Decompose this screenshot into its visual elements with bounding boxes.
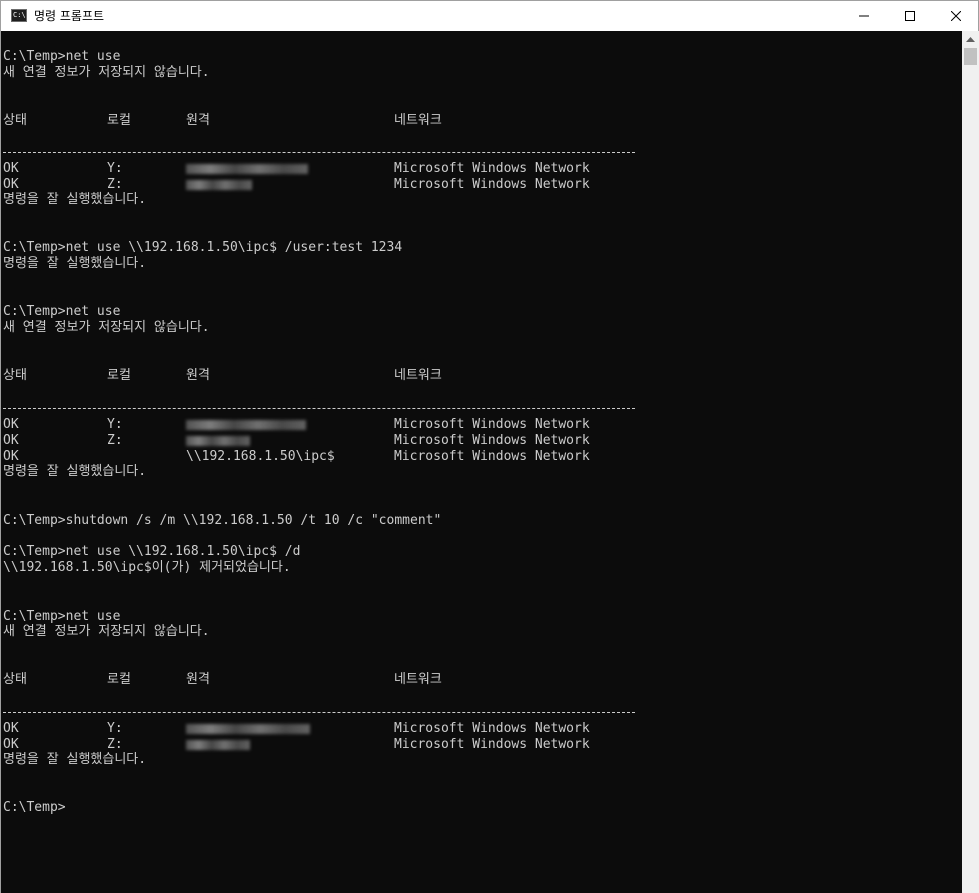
cell-status: OK — [3, 449, 19, 464]
console-line: 새 연결 정보가 저장되지 않습니다. — [3, 65, 210, 80]
cell-status: OK — [3, 737, 19, 752]
cell-status: OK — [3, 161, 19, 176]
close-button[interactable] — [933, 1, 979, 31]
cell-local: Y: — [107, 417, 123, 432]
console-line: 명령을 잘 실행했습니다. — [3, 464, 147, 479]
cell-network: Microsoft Windows Network — [394, 177, 590, 192]
cell-network: Microsoft Windows Network — [394, 737, 590, 752]
table-row: OK Z: Microsoft Windows Network — [3, 737, 590, 753]
cell-local: Z: — [107, 177, 123, 192]
cell-local: Y: — [107, 721, 123, 736]
console-line: C:\Temp>net use \\192.168.1.50\ipc$ /use… — [3, 240, 403, 255]
cell-status: OK — [3, 433, 19, 448]
table-header: 상태 로컬 원격 네트워크 — [3, 113, 442, 129]
console-line: C:\Temp>net use — [3, 304, 121, 319]
table-row: OK Y: Microsoft Windows Network — [3, 721, 590, 737]
command-prompt[interactable]: C:\Temp> — [3, 800, 66, 816]
cell-network: Microsoft Windows Network — [394, 161, 590, 176]
cell-network: Microsoft Windows Network — [394, 417, 590, 432]
header-local: 로컬 — [107, 113, 131, 128]
console-line: \\192.168.1.50\ipc$이(가) 제거되었습니다. — [3, 560, 291, 575]
header-status: 상태 — [3, 672, 27, 687]
table-separator — [3, 400, 643, 416]
console-line: C:\Temp>net use — [3, 49, 121, 64]
console-line: C:\Temp>shutdown /s /m \\192.168.1.50 /t… — [3, 513, 442, 528]
close-icon — [951, 11, 961, 21]
header-remote: 원격 — [186, 368, 210, 383]
redacted-remote — [186, 737, 250, 755]
minimize-button[interactable] — [841, 1, 887, 31]
table-header: 상태 로컬 원격 네트워크 — [3, 672, 442, 688]
console-output[interactable]: C:\Temp>net use 새 연결 정보가 저장되지 않습니다. 상태 로… — [1, 31, 962, 893]
table-row: OK Z: Microsoft Windows Network — [3, 433, 590, 449]
command-prompt-window: C:\ 명령 프롬프트 C:\Temp>net use 새 연결 정보가 저장되… — [0, 0, 979, 893]
table-row: OK \\192.168.1.50\ipc$ Microsoft Windows… — [3, 449, 590, 465]
cmd-icon: C:\ — [11, 9, 27, 22]
cell-remote: \\192.168.1.50\ipc$ — [186, 449, 335, 464]
header-network: 네트워크 — [394, 368, 442, 383]
vertical-scrollbar[interactable] — [962, 31, 979, 893]
cell-local: Z: — [107, 433, 123, 448]
console-line: 명령을 잘 실행했습니다. — [3, 192, 147, 207]
header-status: 상태 — [3, 368, 27, 383]
chevron-up-icon — [966, 37, 975, 42]
cell-status: OK — [3, 177, 19, 192]
cell-local: Z: — [107, 737, 123, 752]
window-title: 명령 프롬프트 — [34, 9, 105, 23]
scroll-thumb[interactable] — [964, 48, 977, 65]
scroll-up-button[interactable] — [962, 31, 979, 48]
header-remote: 원격 — [186, 672, 210, 687]
console-line: C:\Temp>net use \\192.168.1.50\ipc$ /d — [3, 544, 301, 559]
minimize-icon — [859, 15, 869, 17]
table-header: 상태 로컬 원격 네트워크 — [3, 368, 442, 384]
table-separator — [3, 144, 643, 160]
table-separator — [3, 704, 643, 720]
cell-local: Y: — [107, 161, 123, 176]
table-row: OK Z: Microsoft Windows Network — [3, 177, 590, 193]
cell-status: OK — [3, 721, 19, 736]
cell-network: Microsoft Windows Network — [394, 449, 590, 464]
redacted-remote — [186, 177, 252, 195]
header-status: 상태 — [3, 113, 27, 128]
header-network: 네트워크 — [394, 672, 442, 687]
table-row: OK Y: Microsoft Windows Network — [3, 417, 590, 433]
header-network: 네트워크 — [394, 113, 442, 128]
maximize-button[interactable] — [887, 1, 933, 31]
console-line: C:\Temp>net use — [3, 609, 121, 624]
header-local: 로컬 — [107, 368, 131, 383]
cell-network: Microsoft Windows Network — [394, 433, 590, 448]
console-line: 새 연결 정보가 저장되지 않습니다. — [3, 320, 210, 335]
header-local: 로컬 — [107, 672, 131, 687]
console-line: 명령을 잘 실행했습니다. — [3, 752, 147, 767]
title-bar[interactable]: C:\ 명령 프롬프트 — [1, 1, 978, 31]
maximize-icon — [905, 11, 915, 21]
console-line: 명령을 잘 실행했습니다. — [3, 256, 147, 271]
console-line: 새 연결 정보가 저장되지 않습니다. — [3, 624, 210, 639]
cell-network: Microsoft Windows Network — [394, 721, 590, 736]
cell-status: OK — [3, 417, 19, 432]
header-remote: 원격 — [186, 113, 210, 128]
table-row: OK Y: Microsoft Windows Network — [3, 161, 590, 177]
